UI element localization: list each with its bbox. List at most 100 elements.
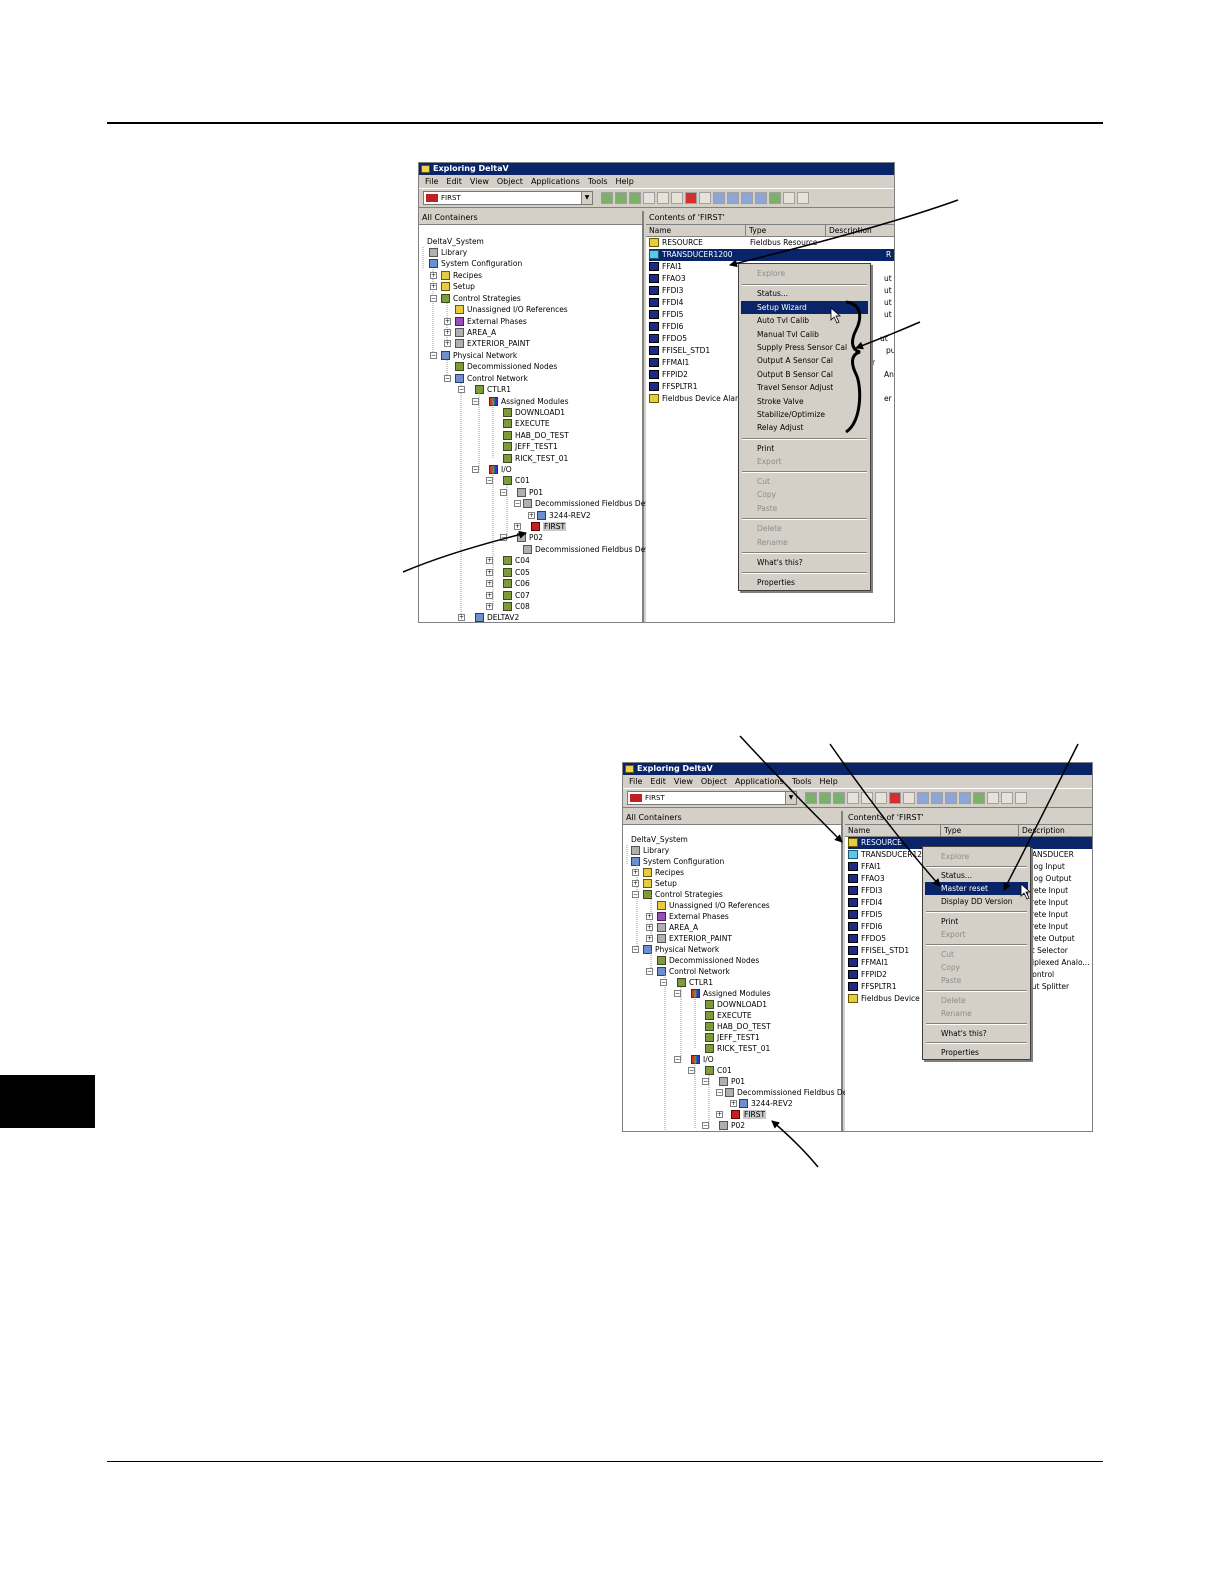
menu-applications[interactable]: Applications bbox=[735, 775, 784, 788]
menu-whats-this[interactable]: What's this? bbox=[925, 1027, 1028, 1040]
expand-icon[interactable]: + bbox=[486, 592, 493, 599]
list-item[interactable]: FFPID2 bbox=[649, 369, 688, 381]
column-name[interactable]: Name bbox=[845, 825, 941, 837]
expand-icon[interactable]: + bbox=[430, 272, 437, 279]
network-icon[interactable] bbox=[601, 192, 613, 204]
expand-icon[interactable]: + bbox=[430, 283, 437, 290]
list-item[interactable]: FFISEL_STD1 bbox=[848, 945, 909, 957]
list-item[interactable]: FFAO3 bbox=[649, 273, 686, 285]
menu-copy[interactable]: Copy bbox=[925, 961, 1028, 974]
menu-setup-wizard[interactable]: Setup Wizard bbox=[741, 301, 868, 314]
list-item[interactable]: FFDO5 bbox=[649, 333, 687, 345]
list-item[interactable]: FFDI6 bbox=[848, 921, 882, 933]
list-item[interactable]: FFAO3 bbox=[848, 873, 885, 885]
collapse-icon[interactable]: − bbox=[646, 968, 653, 975]
menu-paste[interactable]: Paste bbox=[741, 502, 868, 515]
expand-icon[interactable]: + bbox=[444, 329, 451, 336]
list-item[interactable]: FFDI6 bbox=[649, 321, 683, 333]
menu-travel-sensor-adjust[interactable]: Travel Sensor Adjust bbox=[741, 381, 868, 394]
list-item[interactable]: TRANSDUCER1200 bbox=[848, 849, 932, 861]
menu-edit[interactable]: Edit bbox=[650, 775, 666, 788]
expand-icon[interactable]: + bbox=[444, 340, 451, 347]
menu-output-b-sensor-cal[interactable]: Output B Sensor Cal bbox=[741, 368, 868, 381]
menu-status[interactable]: Status... bbox=[741, 287, 868, 300]
menu-explore[interactable]: Explore bbox=[741, 267, 868, 280]
help-icon[interactable] bbox=[1001, 792, 1013, 804]
expand-icon[interactable]: + bbox=[646, 913, 653, 920]
column-name[interactable]: Name bbox=[646, 225, 746, 237]
menu-help[interactable]: Help bbox=[616, 175, 634, 188]
menu-tools[interactable]: Tools bbox=[792, 775, 812, 788]
expand-icon[interactable]: + bbox=[646, 924, 653, 931]
list-item[interactable]: FFDI4 bbox=[848, 897, 882, 909]
column-description[interactable]: Description bbox=[826, 225, 894, 237]
list-item[interactable]: FFAI1 bbox=[848, 861, 881, 873]
menu-file[interactable]: File bbox=[425, 175, 438, 188]
list-item[interactable]: FFSPLTR1 bbox=[848, 981, 897, 993]
tree-pane[interactable]: All Containers DeltaV_System Library Sys… bbox=[419, 211, 652, 622]
small-icons-icon[interactable] bbox=[931, 792, 943, 804]
menu-cut[interactable]: Cut bbox=[741, 475, 868, 488]
list-item[interactable]: FFAI1 bbox=[649, 261, 682, 273]
refresh-icon[interactable] bbox=[769, 192, 781, 204]
menu-stroke-valve[interactable]: Stroke Valve bbox=[741, 395, 868, 408]
menu-output-a-sensor-cal[interactable]: Output A Sensor Cal bbox=[741, 354, 868, 367]
chevron-down-icon[interactable]: ▼ bbox=[785, 792, 796, 804]
list-item[interactable]: FFDI5 bbox=[848, 909, 882, 921]
expand-icon[interactable]: + bbox=[730, 1100, 737, 1107]
expand-icon[interactable]: + bbox=[444, 318, 451, 325]
collapse-icon[interactable]: − bbox=[444, 375, 451, 382]
cut-icon[interactable] bbox=[643, 192, 655, 204]
refresh-icon[interactable] bbox=[973, 792, 985, 804]
tree-pane[interactable]: All Containers DeltaV_System Library Sys… bbox=[623, 811, 854, 1131]
collapse-icon[interactable]: − bbox=[472, 398, 479, 405]
list-item[interactable]: FFMAI1 bbox=[848, 957, 888, 969]
help-icon[interactable] bbox=[797, 192, 809, 204]
menu-cut[interactable]: Cut bbox=[925, 948, 1028, 961]
find-icon[interactable] bbox=[783, 192, 795, 204]
column-description[interactable]: Description bbox=[1019, 825, 1092, 837]
details-view-icon[interactable] bbox=[959, 792, 971, 804]
list-item[interactable]: FFDI3 bbox=[649, 285, 683, 297]
network-icon[interactable] bbox=[615, 192, 627, 204]
location-combo[interactable]: FIRST ▼ bbox=[627, 791, 797, 805]
menu-export[interactable]: Export bbox=[925, 928, 1028, 941]
menu-rename[interactable]: Rename bbox=[925, 1007, 1028, 1020]
expand-icon[interactable]: + bbox=[646, 935, 653, 942]
menu-print[interactable]: Print bbox=[925, 915, 1028, 928]
expand-icon[interactable]: + bbox=[514, 523, 521, 530]
expand-icon[interactable]: + bbox=[458, 614, 465, 621]
menu-edit[interactable]: Edit bbox=[446, 175, 462, 188]
list-item[interactable]: FFDI3 bbox=[848, 885, 882, 897]
list-view-icon[interactable] bbox=[945, 792, 957, 804]
menu-stabilize-optimize[interactable]: Stabilize/Optimize bbox=[741, 408, 868, 421]
expand-icon[interactable]: + bbox=[486, 557, 493, 564]
large-icons-icon[interactable] bbox=[713, 192, 725, 204]
menu-properties[interactable]: Properties bbox=[741, 576, 868, 589]
list-item[interactable]: FFSPLTR1 bbox=[649, 381, 698, 393]
expand-icon[interactable]: + bbox=[528, 512, 535, 519]
collapse-icon[interactable]: − bbox=[472, 466, 479, 473]
expand-icon[interactable]: + bbox=[632, 880, 639, 887]
menu-help[interactable]: Help bbox=[820, 775, 838, 788]
paste-icon[interactable] bbox=[875, 792, 887, 804]
menu-supply-press-sensor-cal[interactable]: Supply Press Sensor Cal bbox=[741, 341, 868, 354]
list-item[interactable]: FFMAI1 bbox=[649, 357, 689, 369]
collapse-icon[interactable]: − bbox=[674, 990, 681, 997]
menu-relay-adjust[interactable]: Relay Adjust bbox=[741, 421, 868, 434]
list-item[interactable]: FFPID2 bbox=[848, 969, 887, 981]
collapse-icon[interactable]: − bbox=[514, 500, 521, 507]
details-view-icon[interactable] bbox=[755, 192, 767, 204]
list-item[interactable]: FFISEL_STD1 bbox=[649, 345, 710, 357]
find-icon[interactable] bbox=[987, 792, 999, 804]
menu-print[interactable]: Print bbox=[741, 442, 868, 455]
network-icon[interactable] bbox=[805, 792, 817, 804]
list-item[interactable]: TRANSDUCER1200 bbox=[649, 249, 894, 261]
collapse-icon[interactable]: − bbox=[632, 946, 639, 953]
menu-paste[interactable]: Paste bbox=[925, 974, 1028, 987]
list-item[interactable]: FFDO5 bbox=[848, 933, 886, 945]
menu-copy[interactable]: Copy bbox=[741, 488, 868, 501]
expand-icon[interactable]: + bbox=[632, 869, 639, 876]
paste-icon[interactable] bbox=[671, 192, 683, 204]
menu-properties[interactable]: Properties bbox=[925, 1046, 1028, 1059]
